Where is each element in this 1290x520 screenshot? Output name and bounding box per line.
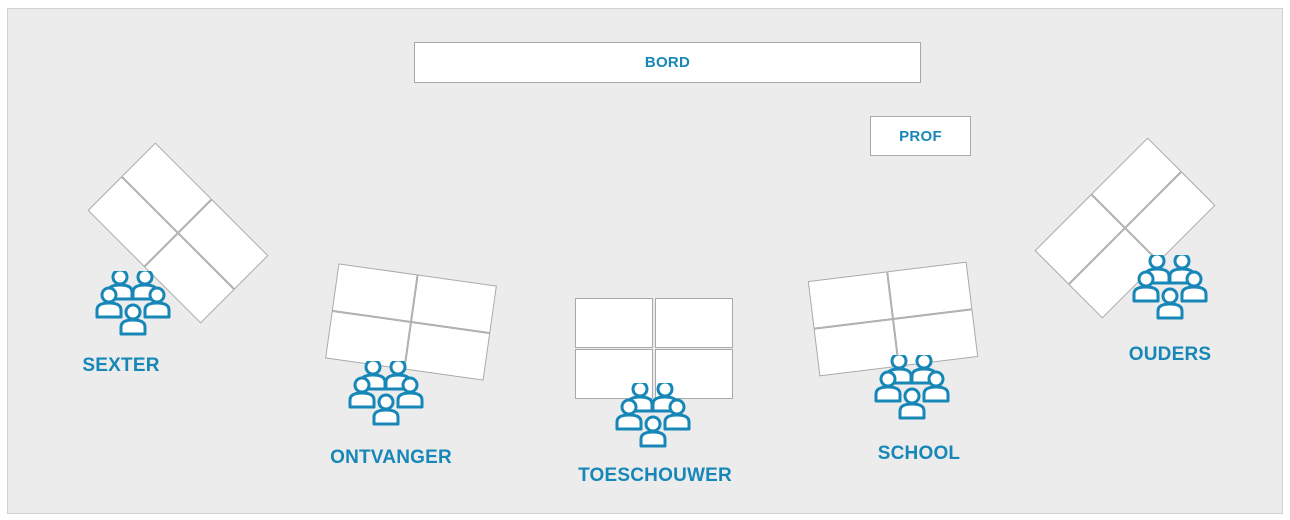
teacher-desk: PROF: [870, 116, 971, 156]
group-of-people-icon: [615, 383, 695, 449]
group-label-school: SCHOOL: [877, 443, 961, 464]
classroom-floor: BORD PROF SEXTER ONTVANGER TOESCHOUWER S…: [7, 8, 1283, 514]
group-of-people-icon: [348, 361, 428, 427]
group-label-sexter: SEXTER: [82, 355, 160, 376]
teacher-label: PROF: [899, 127, 942, 145]
desk: [655, 298, 733, 348]
board: BORD: [414, 42, 921, 83]
group-label-ontvanger: ONTVANGER: [330, 447, 452, 468]
group-label-ouders: OUDERS: [1128, 344, 1212, 365]
group-of-people-icon: [1132, 255, 1212, 321]
board-label: BORD: [644, 54, 691, 71]
group-of-people-icon: [874, 355, 954, 421]
desk: [575, 298, 653, 348]
group-label-toeschouwer: TOESCHOUWER: [578, 465, 732, 486]
group-of-people-icon: [95, 271, 175, 337]
